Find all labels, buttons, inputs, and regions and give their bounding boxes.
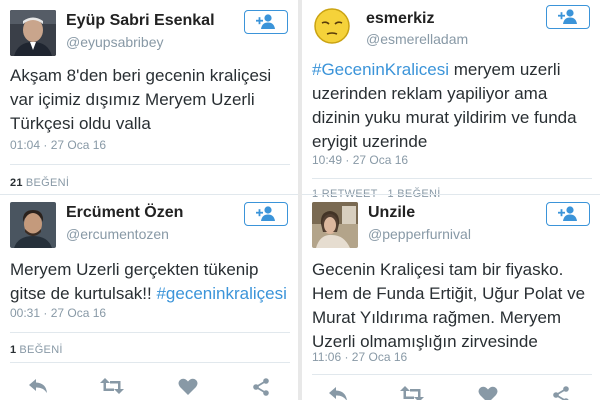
tweet-text: #GeceninKralicesi meryem uzerli uzerinde… bbox=[312, 58, 592, 154]
hashtag-link[interactable]: #GeceninKralicesi bbox=[312, 60, 449, 79]
follow-button[interactable] bbox=[546, 202, 590, 226]
avatar[interactable] bbox=[312, 6, 352, 46]
tweet-card[interactable]: Ercüment Özen @ercumentozen Meryem Uzerl… bbox=[0, 192, 298, 400]
like-label: BEĞENİ bbox=[25, 177, 70, 189]
divider bbox=[312, 374, 592, 375]
heart-icon[interactable] bbox=[178, 378, 198, 396]
reply-icon[interactable] bbox=[328, 386, 348, 400]
like-stat[interactable]: 1 BEĞENİ bbox=[10, 344, 63, 356]
like-stat[interactable]: 21 BEĞENİ bbox=[10, 177, 69, 189]
tweet-card[interactable]: Unzile @pepperfurnival Gecenin Kraliçesi… bbox=[302, 192, 600, 400]
user-handle[interactable]: @pepperfurnival bbox=[368, 226, 471, 242]
tweet-actions bbox=[0, 378, 298, 400]
user-handle[interactable]: @eyupsabribey bbox=[66, 34, 164, 50]
heart-icon[interactable] bbox=[478, 386, 498, 400]
tweet-timestamp[interactable]: 10:49 · 27 Oca 16 bbox=[312, 153, 408, 167]
divider bbox=[10, 362, 290, 363]
follow-user-icon bbox=[558, 9, 577, 24]
retweet-icon[interactable] bbox=[400, 386, 424, 400]
tweet-actions bbox=[302, 386, 600, 400]
tweet-text: Meryem Uzerli gerçekten tükenip gitse de… bbox=[10, 258, 290, 306]
like-label: BEĞENİ bbox=[19, 344, 63, 356]
divider bbox=[312, 178, 592, 179]
follow-button[interactable] bbox=[244, 10, 288, 34]
tweet-card[interactable]: Eyüp Sabri Esenkal @eyupsabribey Akşam 8… bbox=[0, 0, 298, 200]
share-icon[interactable] bbox=[552, 386, 570, 400]
display-name[interactable]: Unzile bbox=[368, 204, 415, 222]
tweet-text: Gecenin Kraliçesi tam bir fiyasko. Hem d… bbox=[312, 260, 586, 351]
like-count: 21 bbox=[10, 177, 23, 189]
avatar[interactable] bbox=[10, 10, 56, 56]
follow-button[interactable] bbox=[244, 202, 288, 226]
user-handle[interactable]: @esmerelladam bbox=[366, 31, 468, 47]
display-name[interactable]: esmerkiz bbox=[366, 10, 435, 28]
tweet-card[interactable]: esmerkiz @esmerelladam #GeceninKralicesi… bbox=[302, 0, 600, 200]
divider bbox=[10, 164, 290, 165]
tweet-timestamp[interactable]: 11:06 · 27 Oca 16 bbox=[312, 350, 407, 364]
follow-user-icon bbox=[256, 206, 275, 221]
avatar[interactable] bbox=[312, 202, 358, 248]
retweet-icon[interactable] bbox=[100, 378, 124, 394]
tweet-text: Akşam 8'den beri gecenin kraliçesi var i… bbox=[10, 66, 272, 133]
tweet-timestamp[interactable]: 01:04 · 27 Oca 16 bbox=[10, 138, 106, 152]
avatar[interactable] bbox=[10, 202, 56, 248]
divider bbox=[10, 332, 290, 333]
right-tweet-column: esmerkiz @esmerelladam #GeceninKralicesi… bbox=[302, 0, 600, 400]
share-icon[interactable] bbox=[252, 378, 270, 396]
follow-button[interactable] bbox=[546, 5, 590, 29]
hashtag-link[interactable]: #geceninkraliçesi bbox=[156, 284, 286, 303]
left-tweet-column: Eyüp Sabri Esenkal @eyupsabribey Akşam 8… bbox=[0, 0, 298, 400]
follow-user-icon bbox=[558, 206, 577, 221]
display-name[interactable]: Eyüp Sabri Esenkal bbox=[66, 12, 215, 30]
like-count: 1 bbox=[10, 344, 17, 356]
display-name[interactable]: Ercüment Özen bbox=[66, 204, 183, 222]
reply-icon[interactable] bbox=[28, 378, 48, 394]
follow-user-icon bbox=[256, 14, 275, 29]
user-handle[interactable]: @ercumentozen bbox=[66, 226, 169, 242]
tweet-timestamp[interactable]: 00:31 · 27 Oca 16 bbox=[10, 306, 106, 320]
